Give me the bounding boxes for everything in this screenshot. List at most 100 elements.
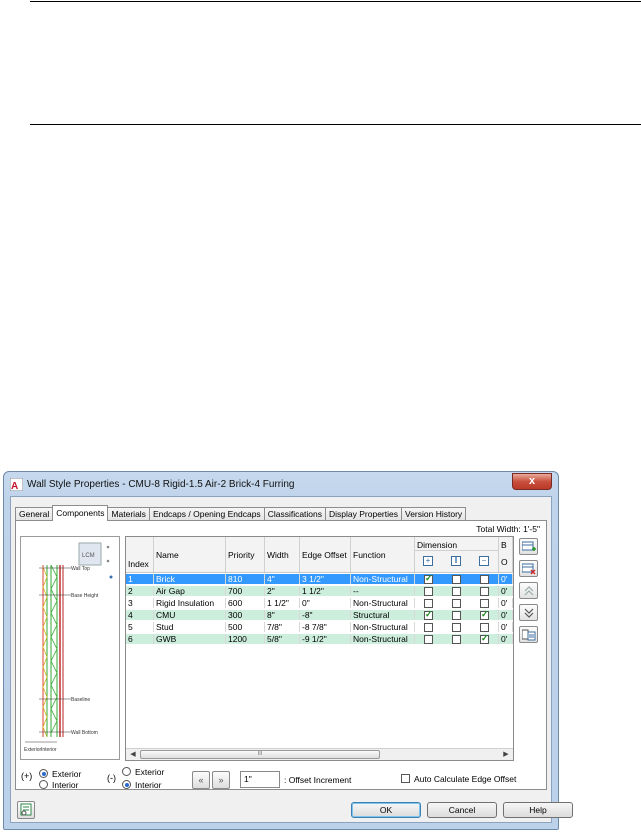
increment-offset-button[interactable]: » [212,771,230,789]
style-browser-button[interactable] [17,801,35,819]
cell-index[interactable]: 6 [126,634,154,644]
cell-o[interactable]: 0' [499,598,513,608]
cell-name[interactable]: Stud [154,622,226,632]
column-header-o[interactable]: BO [499,537,513,573]
cell-index[interactable]: 4 [126,610,154,620]
dimension-checkbox[interactable] [452,623,461,632]
tab-materials[interactable]: Materials [107,507,150,521]
table-row[interactable]: 1Brick8104"3 1/2"Non-Structural 0' [126,574,513,584]
cancel-button[interactable]: Cancel [427,802,497,818]
cell-width[interactable]: 8" [265,610,300,620]
dimension-checkbox[interactable] [452,635,461,644]
column-header-width[interactable]: Width [265,537,300,573]
cell-function[interactable]: Non-Structural [351,574,415,584]
cell-edge-offset[interactable]: -9 1/2" [300,634,351,644]
cell-priority[interactable]: 700 [226,586,265,596]
move-down-button[interactable] [519,604,538,621]
cell-function[interactable]: Structural [351,610,415,620]
scroll-thumb[interactable]: III [140,750,380,759]
cell-edge-offset[interactable]: 0" [300,598,351,608]
close-button[interactable]: x [512,473,552,490]
column-header-edge-offset[interactable]: Edge Offset [300,537,351,573]
component-settings-button[interactable] [519,626,538,643]
cell-o[interactable]: 0' [499,622,513,632]
column-header-index[interactable]: Index [126,537,154,573]
column-header-name[interactable]: Name [154,537,226,573]
cell-width[interactable]: 4" [265,574,300,584]
column-header-dimension[interactable]: Dimension + ‖ − [415,537,499,573]
tab-classifications[interactable]: Classifications [263,507,327,521]
help-button[interactable]: Help [503,802,573,818]
ok-button[interactable]: OK [351,802,421,818]
cell-name[interactable]: CMU [154,610,226,620]
dimension-checkbox[interactable] [480,575,489,584]
dimension-checkbox[interactable] [452,575,461,584]
dimension-checkbox[interactable] [480,634,489,644]
cell-index[interactable]: 1 [126,574,154,584]
offset-increment-input[interactable]: 1" [240,771,280,788]
dimension-checkbox[interactable] [424,635,433,644]
cell-name[interactable]: Brick [154,574,226,584]
dimension-checkbox[interactable] [480,623,489,632]
column-header-function[interactable]: Function [351,537,415,573]
cell-priority[interactable]: 600 [226,598,265,608]
plus-interior-radio[interactable] [39,780,48,789]
table-row[interactable]: 4CMU3008"-8"Structural 0' [126,610,513,620]
cell-function[interactable]: -- [351,586,415,596]
cell-function[interactable]: Non-Structural [351,634,415,644]
tab-version-history[interactable]: Version History [401,507,467,521]
tab-general[interactable]: General [15,507,54,521]
tab-display-properties[interactable]: Display Properties [325,507,402,521]
cell-index[interactable]: 5 [126,622,154,632]
cell-index[interactable]: 3 [126,598,154,608]
add-component-button[interactable] [519,538,538,555]
tab-components[interactable]: Components [52,505,109,521]
minus-interior-radio[interactable] [122,780,131,789]
cell-o[interactable]: 0' [499,586,513,596]
table-row[interactable]: 3 Rigid Insulation 600 1 1/2" 0" Non-Structur… [126,598,513,608]
remove-component-button[interactable] [519,560,538,577]
cell-o[interactable]: 0' [499,574,513,584]
decrement-offset-button[interactable]: « [192,771,210,789]
cell-width[interactable]: 7/8" [265,622,300,632]
cell-priority[interactable]: 1200 [226,634,265,644]
dimension-checkbox[interactable] [480,587,489,596]
cell-width[interactable]: 1 1/2" [265,598,300,608]
dimension-checkbox[interactable] [424,574,433,584]
cell-edge-offset[interactable]: 1 1/2" [300,586,351,596]
cell-width[interactable]: 2" [265,586,300,596]
column-header-priority[interactable]: Priority [226,537,265,573]
cell-edge-offset[interactable]: -8 7/8" [300,622,351,632]
cell-o[interactable]: 0' [499,610,513,620]
cell-priority[interactable]: 500 [226,622,265,632]
cell-function[interactable]: Non-Structural [351,598,415,608]
cell-function[interactable]: Non-Structural [351,622,415,632]
scroll-right-icon[interactable]: ▶ [500,750,512,759]
cell-edge-offset[interactable]: -8" [300,610,351,620]
cell-name[interactable]: GWB [154,634,226,644]
tab-endcaps[interactable]: Endcaps / Opening Endcaps [148,507,265,521]
cell-index[interactable]: 2 [126,586,154,596]
dimension-checkbox[interactable] [452,611,461,620]
cell-edge-offset[interactable]: 3 1/2" [300,574,351,584]
cell-o[interactable]: 0' [499,634,513,644]
table-row[interactable]: 2 Air Gap 700 2" 1 1/2" -- 0' [126,586,513,596]
dimension-checkbox[interactable] [424,623,433,632]
cell-priority[interactable]: 300 [226,610,265,620]
components-table[interactable]: Index Name Priority Width Edge Offset Functio… [125,536,514,761]
dimension-checkbox[interactable] [424,587,433,596]
dimension-checkbox[interactable] [452,599,461,608]
dimension-checkbox[interactable] [424,610,433,620]
dimension-checkbox[interactable] [480,610,489,620]
move-up-button[interactable] [519,582,538,599]
auto-calc-checkbox[interactable] [401,774,410,783]
cell-name[interactable]: Rigid Insulation [154,598,226,608]
dimension-checkbox[interactable] [424,599,433,608]
plus-exterior-radio[interactable] [39,769,48,778]
horizontal-scrollbar[interactable]: ◀ III ▶ [126,748,513,760]
cell-name[interactable]: Air Gap [154,586,226,596]
table-row[interactable]: 5 Stud 500 7/8" -8 7/8" Non-Structural 0' [126,622,513,632]
cell-priority[interactable]: 810 [226,574,265,584]
cell-width[interactable]: 5/8" [265,634,300,644]
table-row[interactable]: 6GWB12005/8"-9 1/2"Non-Structural 0' [126,634,513,644]
